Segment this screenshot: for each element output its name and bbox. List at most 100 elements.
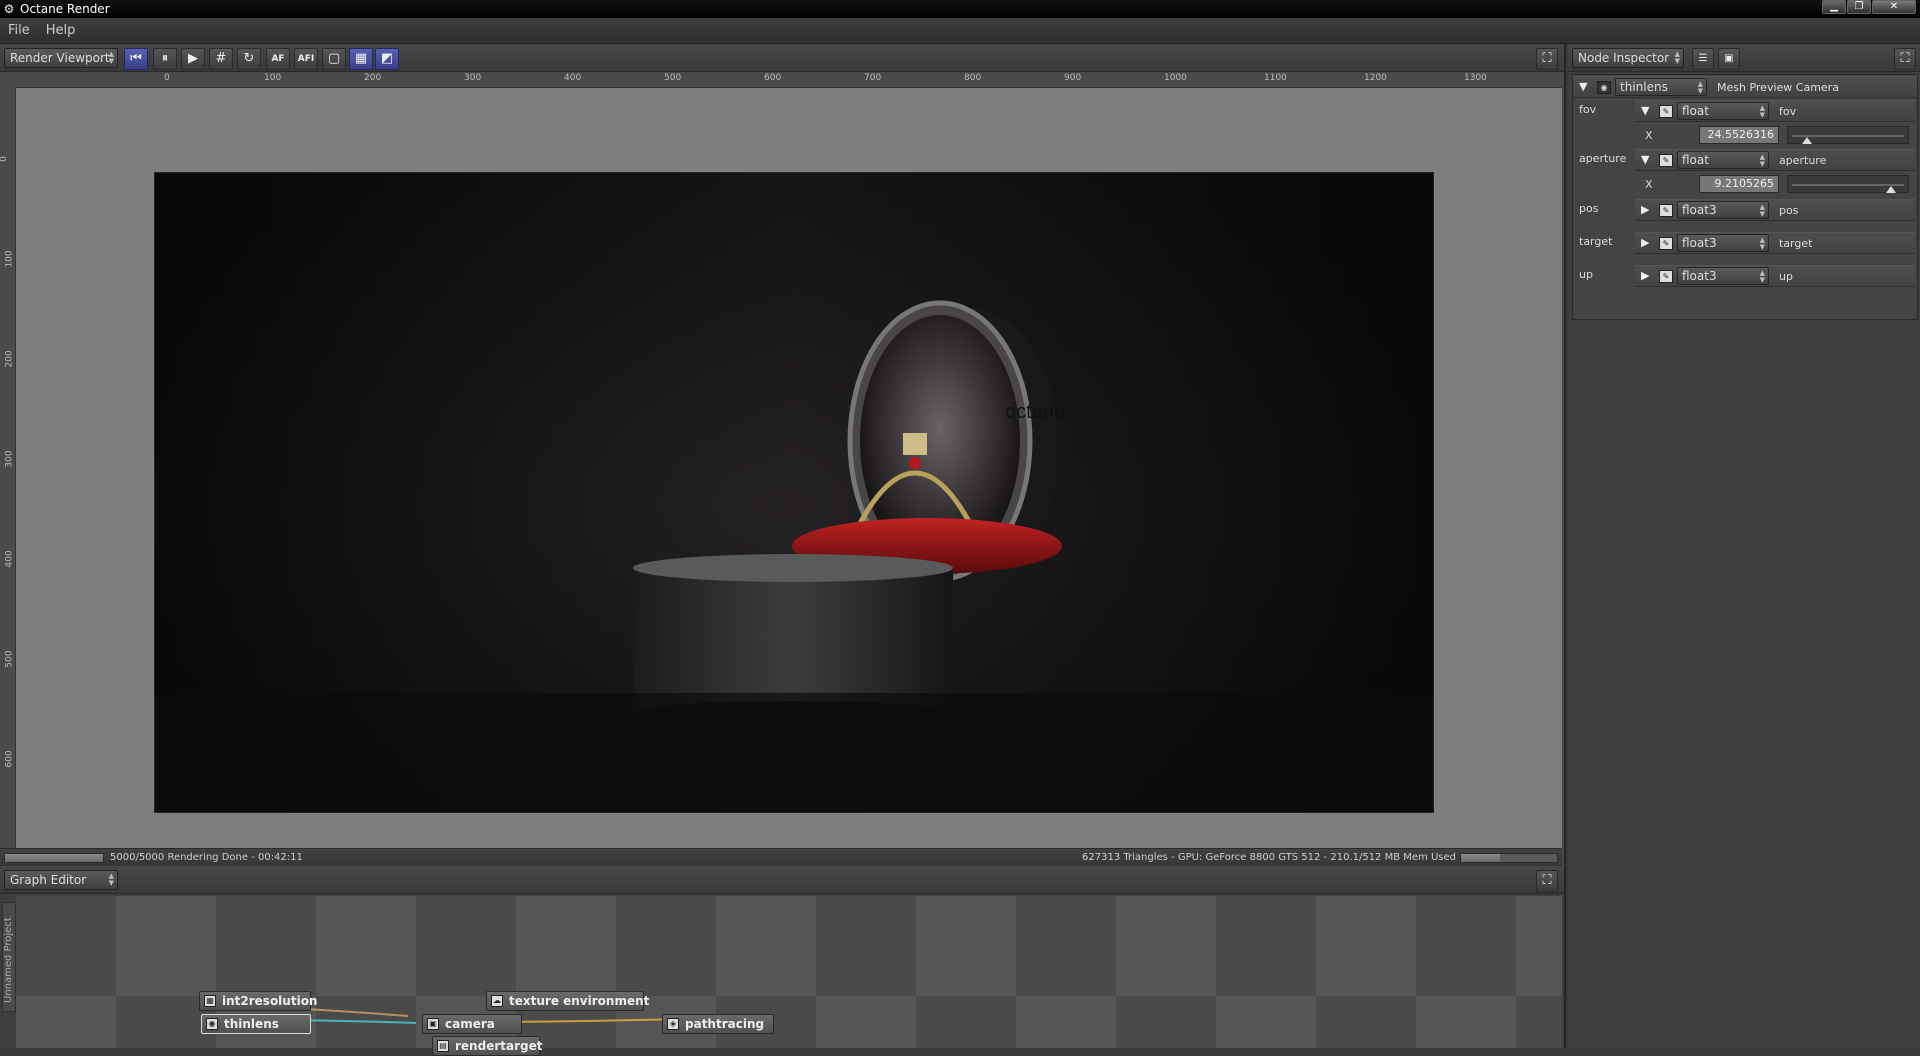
- grid-button[interactable]: #: [209, 48, 233, 70]
- value-row-fov: X 24.5526316: [1635, 124, 1915, 148]
- memory-usage-fill: [1461, 854, 1501, 862]
- play-icon: ▶: [188, 51, 198, 66]
- node-label: camera: [445, 1017, 495, 1031]
- ruler-tick-label: 400: [4, 550, 15, 568]
- ruler-tick-label: 1000: [1164, 73, 1187, 83]
- inspector-panel-selector-label: Node Inspector: [1578, 51, 1670, 65]
- expand-arrow-icon[interactable]: ▶: [1641, 269, 1649, 282]
- expand-arrow-icon[interactable]: ▶: [1641, 203, 1649, 216]
- param-name-label: pos: [1779, 204, 1799, 217]
- render-image[interactable]: octane: [154, 172, 1434, 813]
- viewport-toolbar: Render Viewport ▲ ▼ ⏮ ⏸ ▶ # ↻ AF AFI ▢ ▦ …: [0, 44, 1564, 72]
- close-button[interactable]: ✕: [1872, 0, 1916, 14]
- float3-node-icon: ✎: [1659, 237, 1673, 250]
- project-tab[interactable]: Unnamed Project: [2, 902, 16, 1012]
- graph-node-camera[interactable]: ▣ camera: [422, 1014, 522, 1034]
- inspector-panel-selector-combo[interactable]: Node Inspector ▲ ▼: [1572, 48, 1684, 68]
- spin-arrows-icon: ▲ ▼: [1759, 104, 1765, 119]
- checker-background-button[interactable]: ▦: [349, 48, 373, 70]
- param-label-target: target: [1579, 235, 1613, 248]
- pause-render-button[interactable]: ⏸: [153, 48, 177, 70]
- aperture-slider[interactable]: [1787, 175, 1909, 193]
- autofocus-button[interactable]: AF: [266, 48, 290, 70]
- maximize-inspector-button[interactable]: ⛶: [1894, 48, 1916, 70]
- fov-value-field[interactable]: 24.5526316: [1699, 126, 1779, 144]
- node-name-label: Mesh Preview Camera: [1717, 81, 1839, 94]
- render-viewport-panel: Render Viewport ▲ ▼ ⏮ ⏸ ▶ # ↻ AF AFI ▢ ▦ …: [0, 44, 1566, 894]
- ruler-tick-label: 1200: [1364, 73, 1387, 83]
- panel-selector-label: Render Viewport: [10, 51, 110, 65]
- graph-node-pathtracing[interactable]: ◈ pathtracing: [662, 1014, 774, 1034]
- menu-help[interactable]: Help: [46, 23, 76, 38]
- inspector-body: ▼ ◉ thinlens ▲ ▼ Mesh Preview Camera fov …: [1572, 74, 1918, 320]
- value-row-aperture: X 9.2105265: [1635, 173, 1915, 197]
- reset-camera-button[interactable]: ↻: [237, 48, 261, 70]
- param-name-label: fov: [1779, 105, 1797, 118]
- render-progress-fill: [5, 854, 103, 862]
- maximize-icon: ⛶: [1542, 873, 1552, 888]
- node-graph-canvas[interactable]: ▦ int2resolution ◉ thinlens ☁ texture en…: [16, 896, 1562, 1056]
- menu-file[interactable]: File: [8, 23, 30, 38]
- maximize-viewport-button[interactable]: ⛶: [1536, 48, 1558, 70]
- graph-node-int2resolution[interactable]: ▦ int2resolution: [199, 991, 317, 1011]
- param-type-combo[interactable]: float ▲ ▼: [1677, 151, 1769, 169]
- ruler-tick-label: 600: [764, 73, 782, 83]
- alpha-channel-button[interactable]: ◩: [375, 48, 399, 70]
- spin-arrows-icon: ▲ ▼: [1759, 203, 1765, 218]
- param-label-fov: fov: [1579, 103, 1597, 116]
- horizontal-ruler: 0 100 200 300 400 500 600 700 800 900 1000 1100 1200…: [16, 72, 1562, 88]
- param-type-label: float: [1682, 153, 1709, 167]
- graph-node-thinlens[interactable]: ◉ thinlens: [201, 1014, 311, 1034]
- ruler-tick-label: 300: [464, 73, 482, 83]
- maximize-graph-button[interactable]: ⛶: [1536, 870, 1558, 892]
- panel-selector-combo[interactable]: Render Viewport ▲ ▼: [4, 48, 118, 68]
- param-type-combo[interactable]: float3 ▲ ▼: [1677, 234, 1769, 252]
- fov-slider[interactable]: [1787, 126, 1909, 144]
- ruler-tick-label: 1300: [1464, 73, 1487, 83]
- octane-logo-icon: ⚙: [3, 2, 15, 16]
- restart-render-button[interactable]: ⏮: [124, 48, 148, 70]
- param-type-combo[interactable]: float ▲ ▼: [1677, 102, 1769, 120]
- render-target-node-icon: ▤: [437, 1040, 449, 1052]
- collapse-arrow-icon[interactable]: ▼: [1579, 80, 1587, 93]
- gpu-status-text: 627313 Triangles - GPU: GeForce 8800 GTS…: [1082, 852, 1456, 863]
- spin-arrows-icon: ▲ ▼: [108, 50, 114, 65]
- slider-thumb[interactable]: [1802, 137, 1813, 144]
- param-type-combo[interactable]: float3 ▲ ▼: [1677, 201, 1769, 219]
- node-type-combo[interactable]: thinlens ▲ ▼: [1615, 78, 1707, 96]
- collapse-arrow-icon[interactable]: ▼: [1641, 104, 1649, 117]
- checker-icon: ▦: [354, 51, 368, 66]
- param-label-up: up: [1579, 268, 1593, 281]
- ruler-tick-label: 300: [4, 450, 15, 468]
- expand-all-button[interactable]: ▣: [1718, 48, 1740, 70]
- start-render-button[interactable]: ▶: [181, 48, 205, 70]
- param-name-label: target: [1779, 237, 1813, 250]
- aperture-value-field[interactable]: 9.2105265: [1699, 175, 1779, 193]
- graph-node-texture-environment[interactable]: ☁ texture environment: [486, 991, 649, 1011]
- node-inspector-toolbar: Node Inspector ▲ ▼ ☰ ▣ ⛶: [1568, 44, 1920, 72]
- region-render-button[interactable]: ▢: [322, 48, 346, 70]
- collapse-all-button[interactable]: ☰: [1692, 48, 1714, 70]
- window-controls: ▁ ❐ ✕: [1822, 0, 1916, 15]
- param-type-combo[interactable]: float3 ▲ ▼: [1677, 267, 1769, 285]
- slider-thumb[interactable]: [1885, 186, 1896, 193]
- ruler-tick-label: 0: [164, 73, 170, 83]
- viewport-canvas[interactable]: octane: [16, 88, 1562, 894]
- collapse-arrow-icon[interactable]: ▼: [1641, 153, 1649, 166]
- param-type-label: float3: [1682, 203, 1717, 217]
- graph-editor-toolbar: Graph Editor ▲ ▼ ⛶: [0, 866, 1564, 894]
- node-label: rendertarget: [455, 1039, 543, 1053]
- status-bar: 5000/5000 Rendering Done - 00:42:11 6273…: [0, 848, 1562, 866]
- maximize-button[interactable]: ❐: [1847, 0, 1871, 14]
- autofocus-picker-button[interactable]: AFI: [294, 48, 318, 70]
- graph-editor-panel: Graph Editor ▲ ▼ ⛶ Unnamed Project ▦ int2…: [0, 866, 1566, 1056]
- memory-usage-bar: [1460, 853, 1558, 863]
- graph-panel-selector-combo[interactable]: Graph Editor ▲ ▼: [4, 870, 118, 890]
- render-progress-bar: [4, 853, 104, 863]
- graph-node-rendertarget[interactable]: ▤ rendertarget: [432, 1036, 543, 1056]
- param-type-label: float3: [1682, 269, 1717, 283]
- ruler-tick-label: 500: [664, 73, 682, 83]
- expand-arrow-icon[interactable]: ▶: [1641, 236, 1649, 249]
- minimize-button[interactable]: ▁: [1822, 0, 1846, 14]
- maximize-icon: ⛶: [1542, 51, 1552, 66]
